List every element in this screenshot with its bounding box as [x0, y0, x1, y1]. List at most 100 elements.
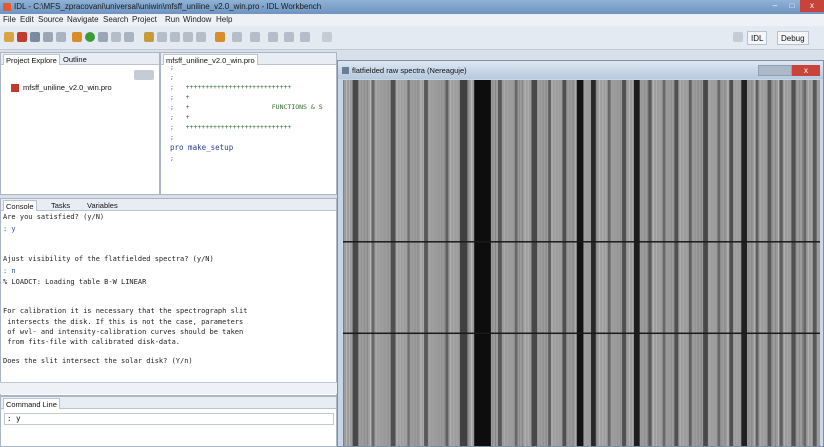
- step-into-icon[interactable]: [157, 32, 167, 42]
- step-icon[interactable]: [98, 32, 108, 42]
- spectra-row-marker: [343, 332, 820, 335]
- spectral-line: [576, 80, 584, 446]
- spectra-window-buttons[interactable]: [758, 65, 792, 76]
- spectra-striation: [641, 80, 642, 446]
- new-file-icon[interactable]: [17, 32, 27, 42]
- spectral-line: [803, 80, 807, 446]
- project-explorer-panel: Project Explore Outline mfsff_uniline_v2…: [0, 52, 160, 195]
- tab-variables[interactable]: Variables: [85, 200, 120, 211]
- run-icon[interactable]: [85, 32, 95, 42]
- console-line: of wvl- and intensity-calibration curves…: [3, 328, 244, 336]
- menu-search[interactable]: Search: [103, 15, 128, 24]
- help-icon[interactable]: [322, 32, 332, 42]
- next-annotation-icon[interactable]: [250, 32, 260, 42]
- code-line: ; +: [170, 113, 190, 121]
- menu-edit[interactable]: Edit: [20, 15, 34, 24]
- spectra-striation: [599, 80, 601, 446]
- spectra-striation: [679, 80, 681, 446]
- tab-tasks[interactable]: Tasks: [49, 200, 72, 211]
- print-icon[interactable]: [56, 32, 66, 42]
- console-line: % LOADCT: Loading table B-W LINEAR: [3, 278, 147, 286]
- minimize-button[interactable]: –: [766, 0, 784, 12]
- spectral-line: [755, 80, 759, 446]
- spectral-line: [633, 80, 640, 446]
- spectra-striation: [763, 80, 765, 446]
- console-panel: Console Tasks Variables: [0, 198, 337, 396]
- tree-item-file[interactable]: mfsff_uniline_v2.0_win.pro: [11, 83, 112, 92]
- spectra-striation: [646, 80, 648, 446]
- code-line: ;: [170, 63, 174, 71]
- window-titlebar: IDL - C:\MFS_zpracovani\universal\uniwin…: [0, 0, 824, 14]
- reset-icon[interactable]: [111, 32, 121, 42]
- menu-file[interactable]: File: [3, 15, 16, 24]
- open-folder-icon[interactable]: [4, 32, 14, 42]
- save-icon[interactable]: [30, 32, 40, 42]
- spectra-striation: [655, 80, 657, 446]
- spectra-striation: [572, 80, 574, 446]
- spectra-close-button[interactable]: x: [792, 65, 820, 76]
- spectral-line: [741, 80, 748, 446]
- tab-project-explorer[interactable]: Project Explore: [3, 54, 60, 65]
- maximize-button[interactable]: □: [784, 0, 800, 12]
- step-over-icon[interactable]: [170, 32, 180, 42]
- spectra-striation: [438, 80, 440, 446]
- menu-help[interactable]: Help: [216, 15, 232, 24]
- breakpoint-icon[interactable]: [124, 32, 134, 42]
- window-title: IDL - C:\MFS_zpracovani\universal\uniwin…: [14, 2, 322, 11]
- close-button[interactable]: x: [800, 0, 824, 12]
- tab-console[interactable]: Console: [3, 200, 37, 211]
- code-line: ; +++++++++++++++++++++++++++: [170, 123, 292, 131]
- collapse-all-icon[interactable]: [134, 70, 154, 80]
- tab-command-line[interactable]: Command Line: [3, 398, 60, 409]
- spectral-line: [390, 80, 396, 446]
- spectral-line: [352, 80, 359, 446]
- step-return-icon[interactable]: [183, 32, 193, 42]
- menu-source[interactable]: Source: [38, 15, 63, 24]
- spectra-striation: [435, 80, 437, 446]
- spectra-window-title: flatfielded raw spectra (Nereaguje): [352, 66, 467, 75]
- spectral-line: [779, 80, 783, 446]
- perspective-idl[interactable]: IDL: [747, 31, 768, 45]
- spectra-striation: [751, 80, 753, 446]
- spectra-striation: [432, 80, 434, 446]
- open-perspective-icon[interactable]: [733, 32, 743, 42]
- pin-icon[interactable]: [215, 32, 225, 42]
- spectra-striation: [697, 80, 699, 446]
- spectral-line: [514, 80, 518, 446]
- spectral-line: [591, 80, 596, 446]
- spectra-striation: [790, 80, 791, 446]
- menu-window[interactable]: Window: [183, 15, 211, 24]
- spectra-striation: [807, 80, 809, 446]
- spectra-striation: [643, 80, 645, 446]
- annotation-icon[interactable]: [232, 32, 242, 42]
- spectra-striation: [450, 80, 452, 446]
- debug-icon[interactable]: [144, 32, 154, 42]
- terminate-icon[interactable]: [196, 32, 206, 42]
- history-icon[interactable]: [300, 32, 310, 42]
- perspective-debug[interactable]: Debug: [777, 31, 809, 45]
- menu-navigate[interactable]: Navigate: [67, 15, 99, 24]
- spectra-striation: [506, 80, 508, 446]
- spectra-striation: [721, 80, 723, 446]
- spectra-striation: [700, 80, 702, 446]
- spectral-line: [548, 80, 551, 446]
- console-scrollbar[interactable]: [0, 382, 337, 394]
- command-line-input[interactable]: : y: [4, 413, 334, 425]
- back-icon[interactable]: [268, 32, 278, 42]
- spectra-striation: [801, 80, 803, 446]
- tab-outline[interactable]: Outline: [61, 54, 89, 65]
- tab-editor-file[interactable]: mfsff_uniline_v2.0_win.pro: [163, 54, 258, 65]
- menu-project[interactable]: Project: [132, 15, 157, 24]
- menu-run[interactable]: Run: [165, 15, 180, 24]
- forward-icon[interactable]: [284, 32, 294, 42]
- compile-icon[interactable]: [72, 32, 82, 42]
- spectra-striation: [411, 80, 413, 446]
- save-all-icon[interactable]: [43, 32, 53, 42]
- spectra-striation: [554, 80, 556, 446]
- spectra-striation: [760, 80, 762, 446]
- console-tabs: Console Tasks Variables: [1, 199, 336, 211]
- spectra-striation: [712, 80, 714, 446]
- spectra-striation: [787, 80, 789, 446]
- spectra-window-titlebar[interactable]: flatfielded raw spectra (Nereaguje) x: [338, 61, 823, 79]
- spectra-striation: [658, 80, 660, 446]
